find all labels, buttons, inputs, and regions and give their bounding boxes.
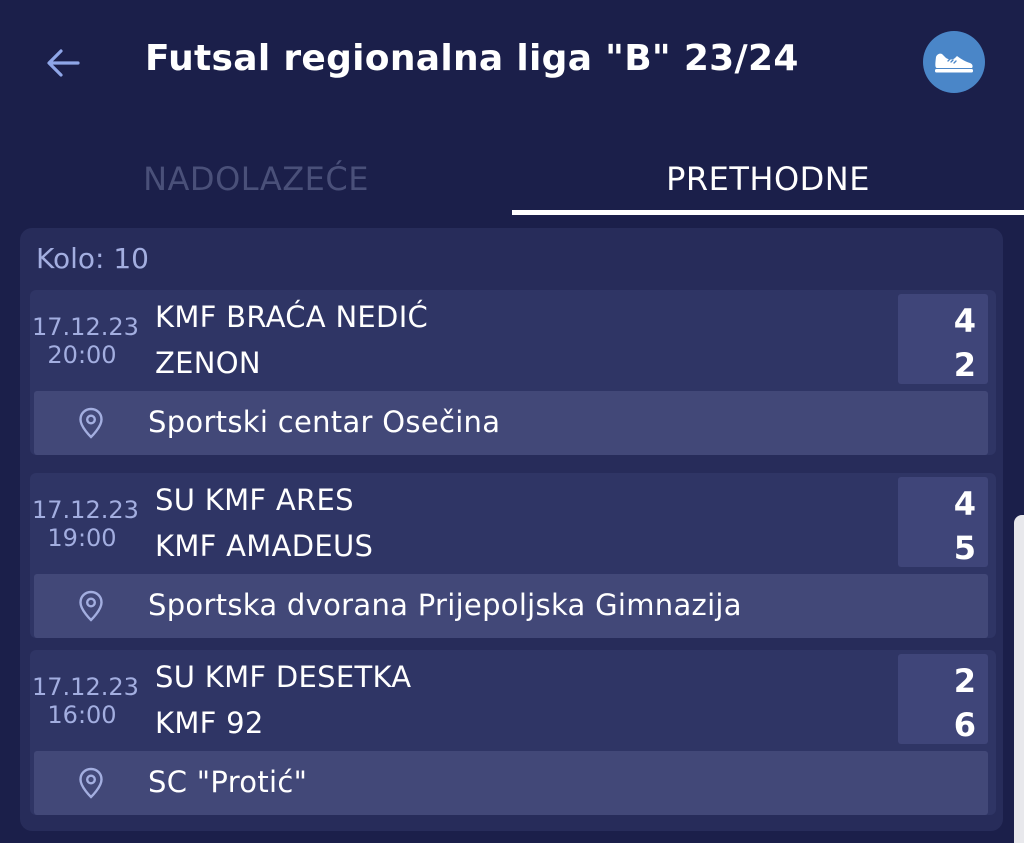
home-score: 2 [953,662,976,700]
sneaker-icon [935,53,973,73]
app-header: Futsal regionalna liga "B" 23/24 [0,0,1024,130]
away-team: KMF AMADEUS [155,529,374,563]
active-tab-indicator [512,210,1024,215]
round-label: Kolo: 10 [36,242,149,275]
score-box: 2 6 [898,654,988,744]
venue-name: SC "Protić" [148,765,308,799]
tab-upcoming[interactable]: NADOLAZEĆE [0,140,512,218]
tab-previous[interactable]: PRETHODNE [512,140,1024,218]
match-date: 17.12.23 [32,313,139,341]
location-pin-icon [79,767,103,799]
match-card[interactable]: 17.12.23 20:00 KMF BRAĆA NEDIĆ ZENON 4 2… [30,290,996,455]
home-score: 4 [953,485,976,523]
match-date: 17.12.23 [32,673,139,701]
venue-name: Sportski centar Osečina [148,405,501,439]
location-pin-icon [79,407,103,439]
match-time: 19:00 [47,524,117,552]
tab-bar: NADOLAZEĆE PRETHODNE [0,140,1024,218]
match-card[interactable]: 17.12.23 19:00 SU KMF ARES KMF AMADEUS 4… [30,473,996,638]
score-box: 4 5 [898,477,988,567]
away-team: KMF 92 [155,706,264,740]
away-score: 2 [953,346,976,384]
away-score: 6 [953,706,976,744]
venue-bar[interactable]: Sportska dvorana Prijepoljska Gimnazija [34,574,988,638]
scrollbar[interactable] [1014,515,1024,843]
arrow-left-icon [47,49,80,77]
match-card[interactable]: 17.12.23 16:00 SU KMF DESETKA KMF 92 2 6… [30,650,996,815]
away-score: 5 [953,529,976,567]
home-team: KMF BRAĆA NEDIĆ [155,300,429,334]
venue-bar[interactable]: Sportski centar Osečina [34,391,988,455]
match-time: 20:00 [47,341,117,369]
match-datetime: 17.12.23 19:00 [32,496,139,552]
back-button[interactable] [40,40,86,86]
venue-name: Sportska dvorana Prijepoljska Gimnazija [148,588,742,622]
sneaker-button[interactable] [923,31,985,93]
home-team: SU KMF ARES [155,483,354,517]
venue-bar[interactable]: SC "Protić" [34,751,988,815]
score-box: 4 2 [898,294,988,384]
home-score: 4 [953,302,976,340]
location-pin-icon [79,590,103,622]
match-time: 16:00 [47,701,117,729]
round-panel: Kolo: 10 17.12.23 20:00 KMF BRAĆA NEDIĆ … [20,228,1003,831]
match-datetime: 17.12.23 20:00 [32,313,139,369]
match-date: 17.12.23 [32,496,139,524]
away-team: ZENON [155,346,261,380]
match-datetime: 17.12.23 16:00 [32,673,139,729]
home-team: SU KMF DESETKA [155,660,412,694]
page-title: Futsal regionalna liga "B" 23/24 [145,38,799,79]
